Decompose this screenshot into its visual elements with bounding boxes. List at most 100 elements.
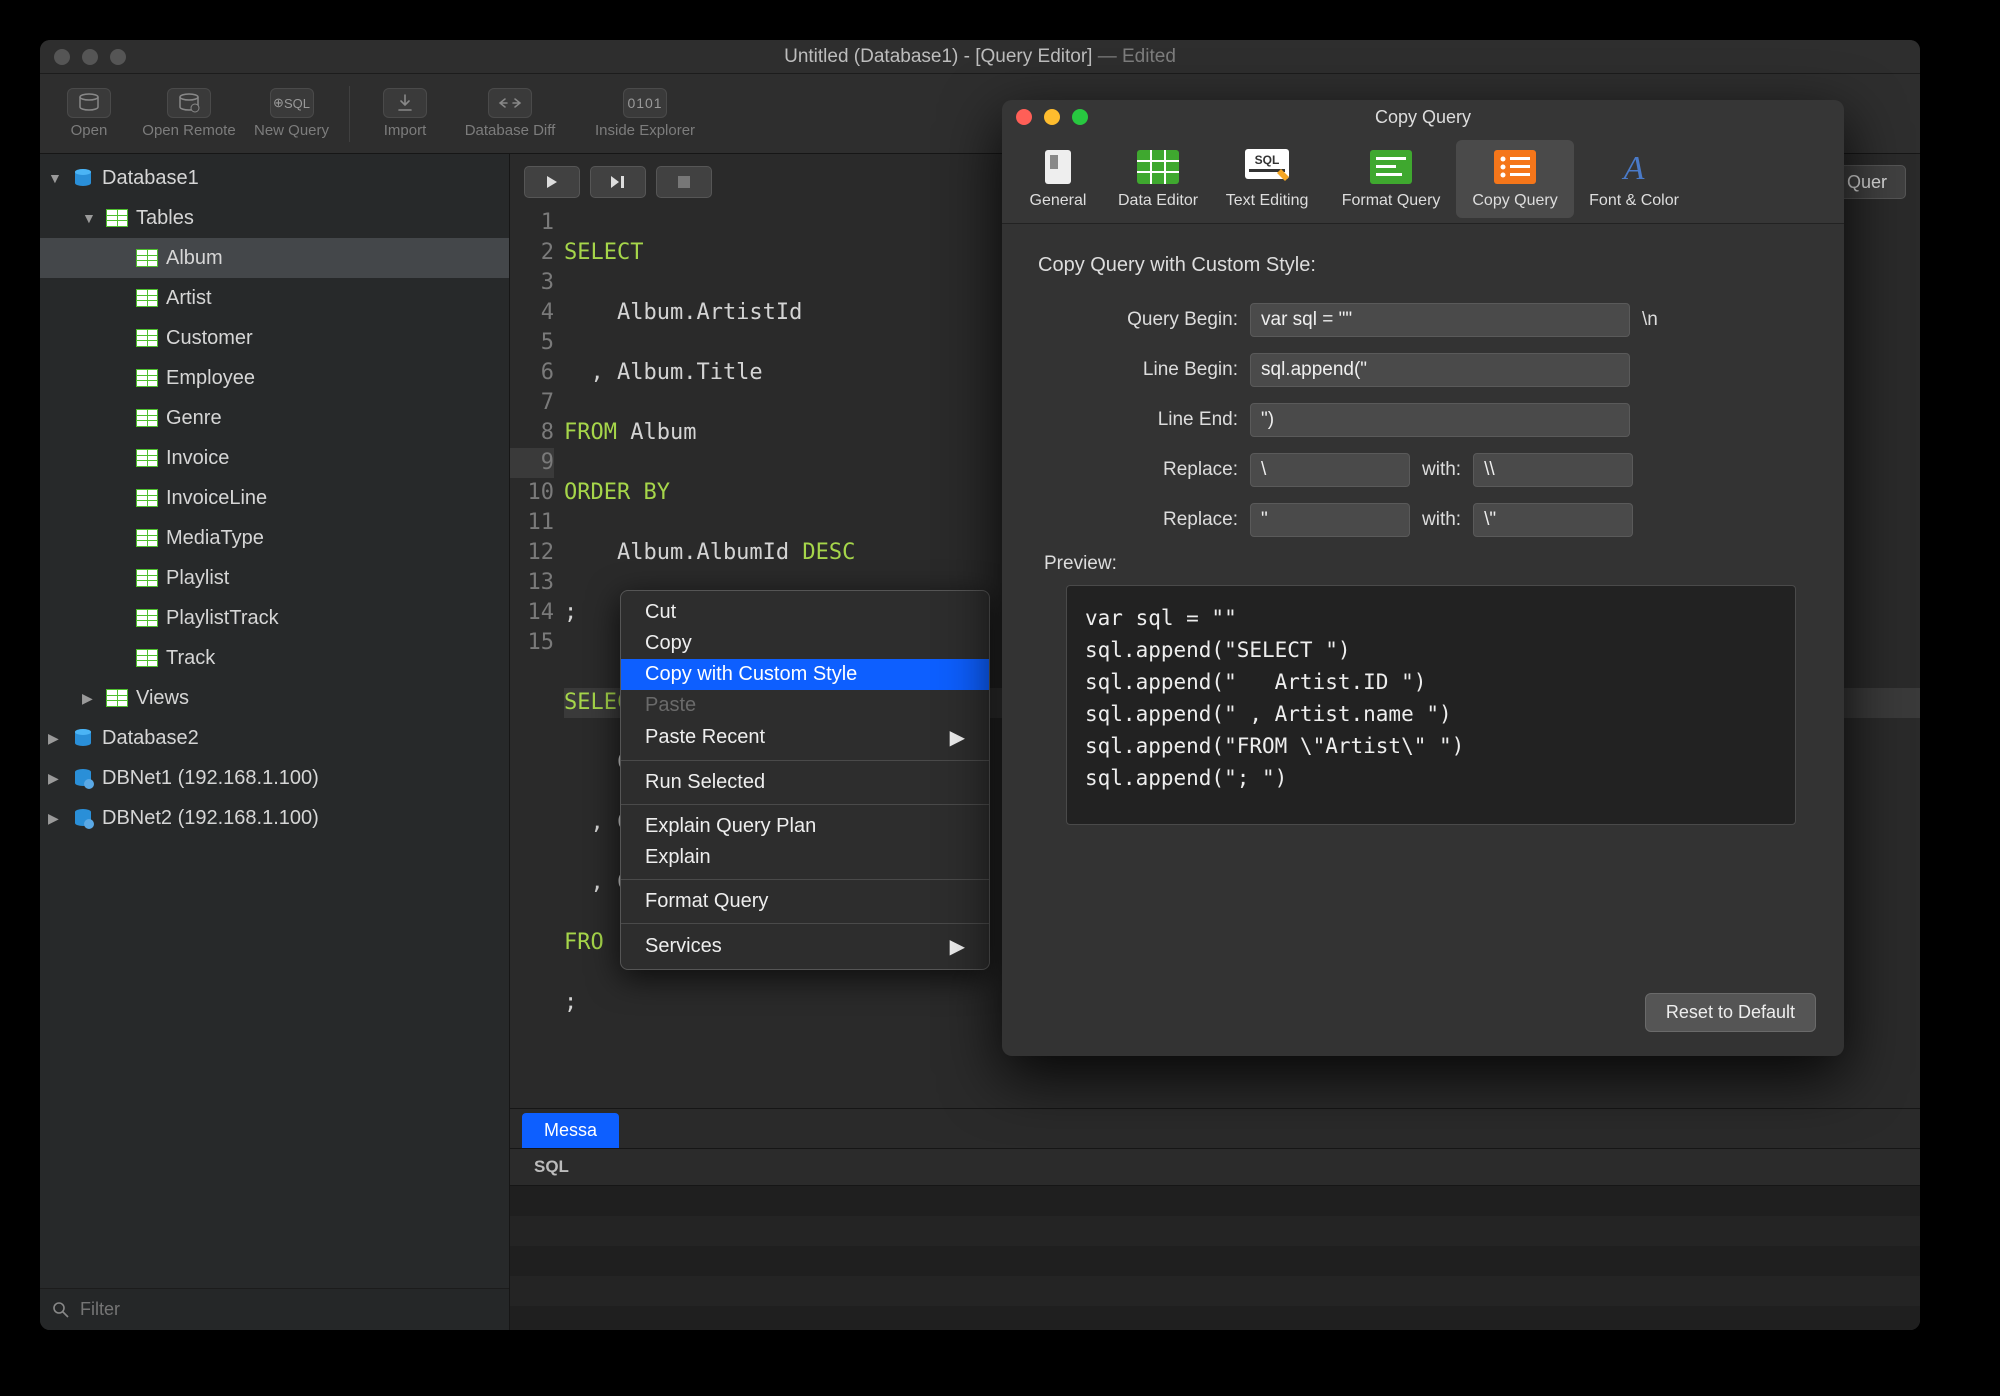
- menu-paste: Paste: [621, 690, 989, 721]
- tab-data-editor[interactable]: Data Editor: [1108, 140, 1208, 218]
- tree-item-table-mediatype[interactable]: MediaType: [40, 518, 509, 558]
- tree-item-views[interactable]: ▶ Views: [40, 678, 509, 718]
- menu-run-selected[interactable]: Run Selected: [621, 767, 989, 798]
- database-icon: [67, 88, 111, 118]
- label-with: with:: [1422, 459, 1461, 481]
- tab-messages[interactable]: Messa: [522, 1113, 619, 1148]
- database-remote-icon: [72, 807, 94, 829]
- menu-paste-recent[interactable]: Paste Recent▶: [621, 721, 989, 754]
- database-diff-button[interactable]: Database Diff: [450, 88, 570, 139]
- database-remote-icon: [167, 88, 211, 118]
- font-icon: A: [1612, 148, 1656, 186]
- filter-input[interactable]: [80, 1299, 497, 1320]
- label-replace: Replace:: [1038, 509, 1238, 531]
- tab-font-color[interactable]: A Font & Color: [1574, 140, 1694, 218]
- tree-item-table-invoice[interactable]: Invoice: [40, 438, 509, 478]
- sql-text: SQL: [284, 96, 310, 111]
- tree-item-database1[interactable]: ▼ Database1: [40, 158, 509, 198]
- tree-label: PlaylistTrack: [166, 607, 279, 630]
- prefs-body: Copy Query with Custom Style: Query Begi…: [1002, 224, 1844, 1056]
- tree-label: Album: [166, 247, 223, 270]
- table-icon: [136, 649, 158, 667]
- table-icon: [136, 489, 158, 507]
- binary-icon: 0101: [623, 88, 667, 118]
- inside-explorer-label: Inside Explorer: [595, 122, 695, 139]
- input-replace1-from[interactable]: [1250, 453, 1410, 487]
- tree-label: Tables: [136, 207, 194, 230]
- svg-text:SQL: SQL: [1255, 153, 1280, 167]
- table-icon: [136, 369, 158, 387]
- query-begin-suffix: \n: [1642, 309, 1658, 331]
- menu-separator: [621, 760, 989, 761]
- input-replace1-to[interactable]: [1473, 453, 1633, 487]
- menu-explain[interactable]: Explain: [621, 842, 989, 873]
- tree-item-table-track[interactable]: Track: [40, 638, 509, 678]
- run-step-button[interactable]: [590, 166, 646, 198]
- table-icon: [1136, 148, 1180, 186]
- open-remote-button[interactable]: Open Remote: [134, 88, 244, 139]
- new-query-icon: ⊕SQL: [270, 88, 314, 118]
- new-query-button[interactable]: ⊕SQL New Query: [254, 88, 329, 139]
- chevron-right-icon: ▶: [48, 770, 64, 787]
- table-group-icon: [106, 209, 128, 227]
- tab-general[interactable]: General: [1008, 140, 1108, 218]
- tree-label: MediaType: [166, 527, 264, 550]
- input-replace2-to[interactable]: [1473, 503, 1633, 537]
- tree-item-table-invoiceline[interactable]: InvoiceLine: [40, 478, 509, 518]
- maximize-icon[interactable]: [110, 49, 126, 65]
- menu-services[interactable]: Services▶: [621, 930, 989, 963]
- input-replace2-from[interactable]: [1250, 503, 1410, 537]
- tree-item-table-album[interactable]: Album: [40, 238, 509, 278]
- sql-edit-icon: SQL: [1245, 148, 1289, 186]
- window-title: Untitled (Database1) - [Query Editor] — …: [40, 46, 1920, 68]
- sidebar: ▼ Database1 ▼ Tables Album Artist Custom…: [40, 154, 510, 1330]
- run-button[interactable]: [524, 166, 580, 198]
- close-icon[interactable]: [54, 49, 70, 65]
- minimize-icon[interactable]: [82, 49, 98, 65]
- label-line-begin: Line Begin:: [1038, 359, 1238, 381]
- preview-box: var sql = "" sql.append("SELECT ") sql.a…: [1066, 585, 1796, 825]
- tab-format-query[interactable]: Format Query: [1326, 140, 1456, 218]
- database-tree: ▼ Database1 ▼ Tables Album Artist Custom…: [40, 154, 509, 1288]
- tree-item-table-playlisttrack[interactable]: PlaylistTrack: [40, 598, 509, 638]
- import-button[interactable]: Import: [370, 88, 440, 139]
- views-icon: [106, 689, 128, 707]
- tab-label: Copy Query: [1472, 192, 1557, 210]
- inside-explorer-button[interactable]: 0101 Inside Explorer: [580, 88, 710, 139]
- tree-item-table-genre[interactable]: Genre: [40, 398, 509, 438]
- menu-format-query[interactable]: Format Query: [621, 886, 989, 917]
- open-button[interactable]: Open: [54, 88, 124, 139]
- label-preview: Preview:: [1044, 553, 1808, 575]
- menu-copy[interactable]: Copy: [621, 628, 989, 659]
- tab-copy-query[interactable]: Copy Query: [1456, 140, 1574, 218]
- tree-item-table-artist[interactable]: Artist: [40, 278, 509, 318]
- tree-item-tables[interactable]: ▼ Tables: [40, 198, 509, 238]
- tree-item-dbnet2[interactable]: ▶ DBNet2 (192.168.1.100): [40, 798, 509, 838]
- tree-label: Employee: [166, 367, 255, 390]
- menu-copy-custom-style[interactable]: Copy with Custom Style: [621, 659, 989, 690]
- database-icon: [72, 167, 94, 189]
- menu-explain-query-plan[interactable]: Explain Query Plan: [621, 811, 989, 842]
- tree-item-table-customer[interactable]: Customer: [40, 318, 509, 358]
- table-icon: [136, 409, 158, 427]
- input-line-begin[interactable]: [1250, 353, 1630, 387]
- label-query-begin: Query Begin:: [1038, 309, 1238, 331]
- tree-label: DBNet2 (192.168.1.100): [102, 807, 319, 830]
- reset-button[interactable]: Reset to Default: [1645, 993, 1816, 1032]
- diff-icon: [488, 88, 532, 118]
- input-line-end[interactable]: [1250, 403, 1630, 437]
- tree-item-database2[interactable]: ▶ Database2: [40, 718, 509, 758]
- tab-text-editing[interactable]: SQL Text Editing: [1208, 140, 1326, 218]
- filter-box: [40, 1288, 509, 1330]
- tree-item-dbnet1[interactable]: ▶ DBNet1 (192.168.1.100): [40, 758, 509, 798]
- prefs-heading: Copy Query with Custom Style:: [1038, 254, 1808, 277]
- stop-button[interactable]: [656, 166, 712, 198]
- menu-separator: [621, 879, 989, 880]
- table-icon: [136, 529, 158, 547]
- tree-item-table-playlist[interactable]: Playlist: [40, 558, 509, 598]
- import-label: Import: [384, 122, 427, 139]
- menu-cut[interactable]: Cut: [621, 597, 989, 628]
- tree-item-table-employee[interactable]: Employee: [40, 358, 509, 398]
- tree-label: Track: [166, 647, 215, 670]
- input-query-begin[interactable]: [1250, 303, 1630, 337]
